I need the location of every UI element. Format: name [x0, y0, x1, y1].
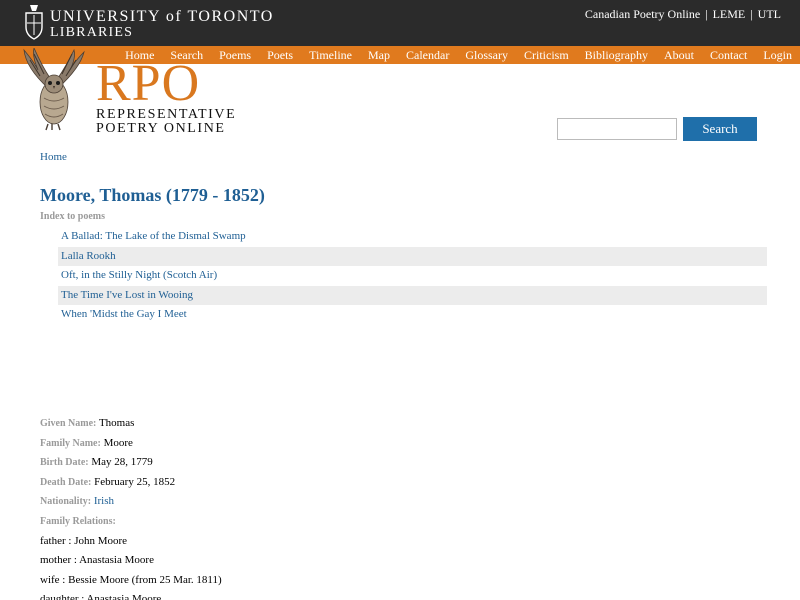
family-name-label: Family Name:	[40, 437, 101, 449]
family-relations-label: Family Relations:	[40, 515, 116, 527]
rpo-logo-tagline[interactable]: REPRESENTATIVE POETRY ONLINE	[96, 108, 236, 136]
relation-item: father : John Moore	[40, 534, 128, 547]
nav-glossary[interactable]: Glossary	[457, 46, 516, 64]
given-name-row: Given Name: Thomas	[40, 414, 740, 434]
poem-link[interactable]: When 'Midst the Gay I Meet	[58, 305, 767, 325]
birth-date-value: May 28, 1779	[91, 456, 153, 469]
top-bar: UNIVERSITY of TORONTO LIBRARIES Canadian…	[0, 0, 800, 46]
nav-poets[interactable]: Poets	[259, 46, 301, 64]
search-button[interactable]: Search	[683, 117, 757, 141]
page-title: Moore, Thomas (1779 - 1852)	[40, 185, 265, 205]
family-relations-row: Family Relations:	[40, 512, 740, 532]
top-link-utl[interactable]: UTL	[758, 7, 781, 21]
rpo-logo-acronym[interactable]: RPO	[96, 58, 200, 110]
given-name-value: Thomas	[98, 417, 135, 429]
search-input[interactable]	[557, 118, 677, 140]
rpo-logo-line2: POETRY ONLINE	[96, 121, 226, 136]
birth-date-label: Birth Date:	[40, 457, 89, 469]
nav-login[interactable]: Login	[755, 46, 800, 64]
university-name[interactable]: UNIVERSITY of TORONTO LIBRARIES	[50, 9, 274, 41]
main-nav: Home Search Poems Poets Timeline Map Cal…	[117, 46, 800, 64]
top-links: Canadian Poetry Online | LEME | UTL	[585, 7, 781, 22]
university-crest-icon	[25, 5, 43, 40]
university-name-line1: UNIVERSITY of TORONTO	[50, 8, 274, 25]
poet-biography: Given Name: Thomas Family Name: Moore Bi…	[40, 414, 740, 600]
owl-logo-icon[interactable]	[18, 48, 88, 138]
relation-item: daughter : Anastasia Moore	[40, 593, 162, 600]
relation-item: mother : Anastasia Moore	[40, 554, 154, 567]
family-name-value: Moore	[103, 436, 133, 449]
given-name-label: Given Name:	[40, 418, 97, 429]
poem-link[interactable]: The Time I've Lost in Wooing	[58, 285, 767, 306]
index-to-poems-label: Index to poems	[40, 211, 106, 222]
nationality-link[interactable]: Irish	[94, 495, 114, 507]
nav-criticism[interactable]: Criticism	[516, 46, 577, 64]
birth-date-row: Birth Date: May 28, 1779	[40, 453, 740, 473]
nav-calendar[interactable]: Calendar	[398, 46, 457, 64]
nav-poems[interactable]: Poems	[211, 46, 259, 64]
nationality-row: Nationality: Irish	[40, 492, 740, 512]
nav-timeline[interactable]: Timeline	[301, 46, 360, 64]
death-date-value: February 25, 1852	[94, 475, 176, 488]
top-link-separator: |	[705, 7, 708, 21]
top-link-leme[interactable]: LEME	[713, 7, 746, 21]
nav-map[interactable]: Map	[360, 46, 398, 64]
breadcrumb-home[interactable]: Home	[40, 151, 67, 163]
death-date-label: Death Date:	[40, 476, 92, 488]
relation-item: wife : Bessie Moore (from 25 Mar. 1811)	[40, 573, 222, 586]
death-date-row: Death Date: February 25, 1852	[40, 473, 740, 493]
nav-bibliography[interactable]: Bibliography	[577, 46, 656, 64]
university-name-line2: LIBRARIES	[50, 25, 134, 40]
nav-about[interactable]: About	[656, 46, 702, 64]
poem-list: A Ballad: The Lake of the Dismal Swamp L…	[58, 227, 767, 325]
rpo-logo-line1: REPRESENTATIVE	[96, 107, 237, 122]
poem-link[interactable]: Lalla Rookh	[58, 246, 767, 267]
top-link-canadian-poetry-online[interactable]: Canadian Poetry Online	[585, 7, 700, 21]
family-name-row: Family Name: Moore	[40, 434, 740, 454]
poem-link[interactable]: Oft, in the Stilly Night (Scotch Air)	[58, 266, 767, 286]
top-link-separator: |	[750, 7, 753, 21]
nav-contact[interactable]: Contact	[702, 46, 755, 64]
poem-link[interactable]: A Ballad: The Lake of the Dismal Swamp	[58, 227, 767, 247]
nationality-label: Nationality:	[40, 496, 92, 508]
